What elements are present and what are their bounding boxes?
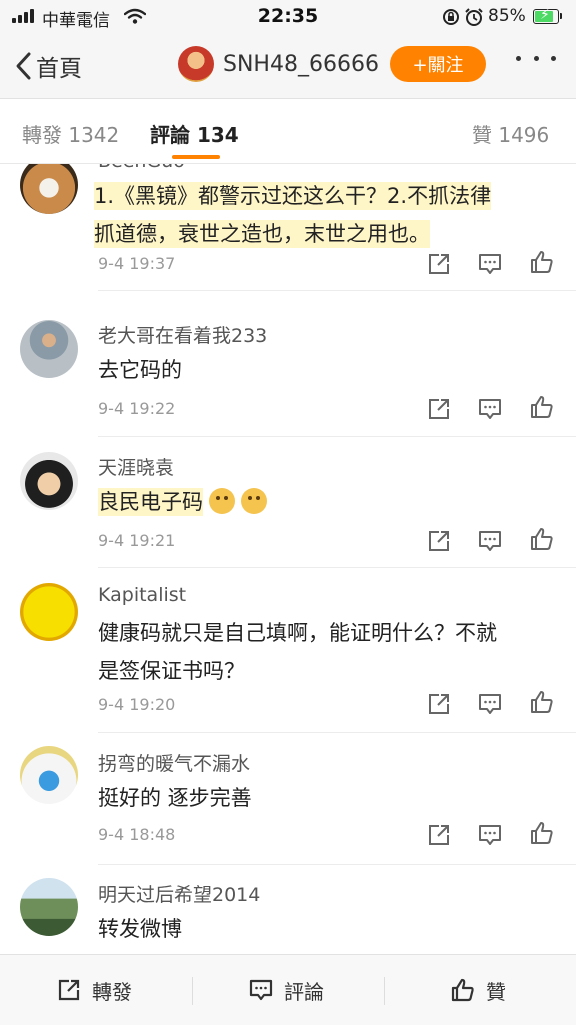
back-chevron-icon	[16, 52, 31, 80]
back-button[interactable]: 首頁	[14, 46, 82, 86]
comment-text: 健康码就只是自己填啊，能证明什么？不就 是签保证书吗？	[98, 621, 497, 683]
like-icon[interactable]	[529, 249, 555, 275]
share-icon[interactable]	[426, 528, 452, 554]
status-bar: 中華電信 22:35 85% ⚡	[0, 0, 576, 34]
comment-icon[interactable]	[477, 396, 503, 422]
more-dots-icon[interactable]	[516, 56, 556, 70]
commenter-name[interactable]: Kapitalist	[98, 584, 186, 606]
comment-icon[interactable]	[477, 251, 503, 277]
share-icon[interactable]	[426, 251, 452, 277]
like-icon	[451, 978, 474, 1002]
avatar[interactable]	[20, 320, 78, 378]
active-tab-indicator	[172, 155, 220, 159]
commenter-name[interactable]: 老大哥在看着我233	[98, 321, 267, 348]
avatar[interactable]	[20, 746, 78, 804]
comment-time: 9-4 18:48	[98, 825, 176, 844]
nav-bar: 首頁 SNH48_66666 +關注	[0, 34, 576, 99]
comment-button[interactable]: 評論	[248, 955, 324, 1025]
tab-comments[interactable]: 評論 134	[150, 119, 239, 148]
comment-icon[interactable]	[477, 822, 503, 848]
commenter-name[interactable]: 天涯晓袁	[98, 453, 174, 480]
comment-time: 9-4 19:21	[98, 531, 176, 550]
avatar[interactable]	[20, 583, 78, 641]
comment-text: 1.《黑镜》都警示过还这么干？2.不抓法律 抓道德，衰世之造也，末世之用也。	[94, 182, 492, 248]
like-icon[interactable]	[529, 394, 555, 420]
tab-likes[interactable]: 贊 1496	[472, 119, 549, 148]
avatar[interactable]	[20, 164, 78, 214]
repost-button[interactable]: 轉發	[56, 955, 132, 1025]
share-icon	[58, 979, 80, 1001]
avatar[interactable]	[20, 452, 78, 510]
commenter-name[interactable]: 明天过后希望2014	[98, 880, 260, 907]
like-icon[interactable]	[529, 526, 555, 552]
comment-text: 挺好的 逐步完善	[98, 786, 252, 810]
lock-rotation-icon	[443, 9, 459, 25]
like-icon[interactable]	[529, 689, 555, 715]
share-icon[interactable]	[426, 691, 452, 717]
comment-icon[interactable]	[477, 528, 503, 554]
commenter-name[interactable]: BeenGuo	[98, 164, 185, 172]
nav-username[interactable]: SNH48_66666	[223, 52, 379, 77]
comment-list[interactable]: BeenGuo 1.《黑镜》都警示过还这么干？2.不抓法律 抓道德，衰世之造也，…	[0, 164, 576, 954]
bottom-action-bar: 轉發 評論 贊	[0, 954, 576, 1025]
comment-time: 9-4 19:20	[98, 695, 176, 714]
comment-time: 9-4 19:22	[98, 399, 176, 418]
alarm-icon	[465, 8, 483, 26]
tab-reposts[interactable]: 轉發 1342	[22, 119, 119, 148]
tab-bar: 轉發 1342 評論 134 贊 1496	[0, 99, 576, 164]
comment-text: 去它码的	[98, 358, 182, 382]
avatar[interactable]	[20, 878, 78, 936]
comment-text: 转发微博	[98, 917, 182, 941]
like-button[interactable]: 贊	[450, 955, 506, 1025]
back-label: 首頁	[36, 56, 82, 82]
user-avatar[interactable]	[178, 46, 214, 82]
doge-emoji-icon	[241, 488, 267, 514]
comment-icon	[249, 979, 273, 1001]
battery-percent: 85%	[488, 6, 526, 26]
battery-icon: ⚡	[533, 7, 559, 24]
share-icon[interactable]	[426, 396, 452, 422]
comment-text: 良民电子码	[98, 483, 558, 521]
like-icon[interactable]	[529, 820, 555, 846]
follow-button[interactable]: +關注	[390, 46, 486, 82]
share-icon[interactable]	[426, 822, 452, 848]
comment-time: 9-4 19:37	[98, 254, 176, 273]
doge-emoji-icon	[209, 488, 235, 514]
commenter-name[interactable]: 拐弯的暖气不漏水	[98, 749, 250, 776]
comment-icon[interactable]	[477, 691, 503, 717]
